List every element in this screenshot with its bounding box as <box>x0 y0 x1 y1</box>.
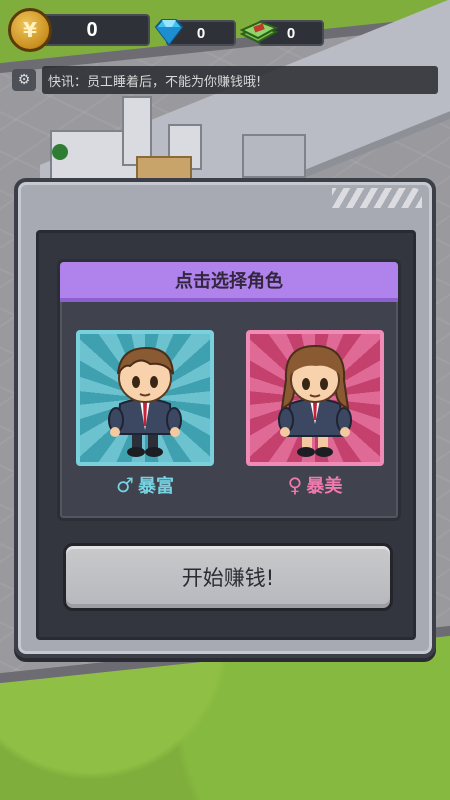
male-character-label[interactable]: ♂ 暴富 <box>76 472 214 498</box>
female-character-card[interactable] <box>246 330 384 466</box>
select-panel-title: 点击选择角色 <box>60 262 398 302</box>
female-symbol-icon: ♀ <box>287 473 303 497</box>
start-earning-button[interactable]: 开始赚钱! <box>63 543 393 611</box>
character-select-panel: 点击选择角色 ♂ 暴富 ♀ 暴美 <box>57 259 401 521</box>
modal-shine-decoration <box>332 188 422 208</box>
female-character-label[interactable]: ♀ 暴美 <box>246 472 384 498</box>
female-character-avatar <box>278 344 352 457</box>
modal-body: 点击选择角色 ♂ 暴富 ♀ 暴美 开始赚钱! <box>36 230 416 640</box>
start-button-label: 开始赚钱! <box>181 566 275 590</box>
male-character-avatar <box>108 346 182 457</box>
character-select-modal: 点击选择角色 ♂ 暴富 ♀ 暴美 开始赚钱! <box>14 178 436 658</box>
male-character-name: 暴富 <box>137 476 174 497</box>
male-symbol-icon: ♂ <box>116 473 134 497</box>
female-character-name: 暴美 <box>306 476 343 497</box>
male-character-card[interactable] <box>76 330 214 466</box>
